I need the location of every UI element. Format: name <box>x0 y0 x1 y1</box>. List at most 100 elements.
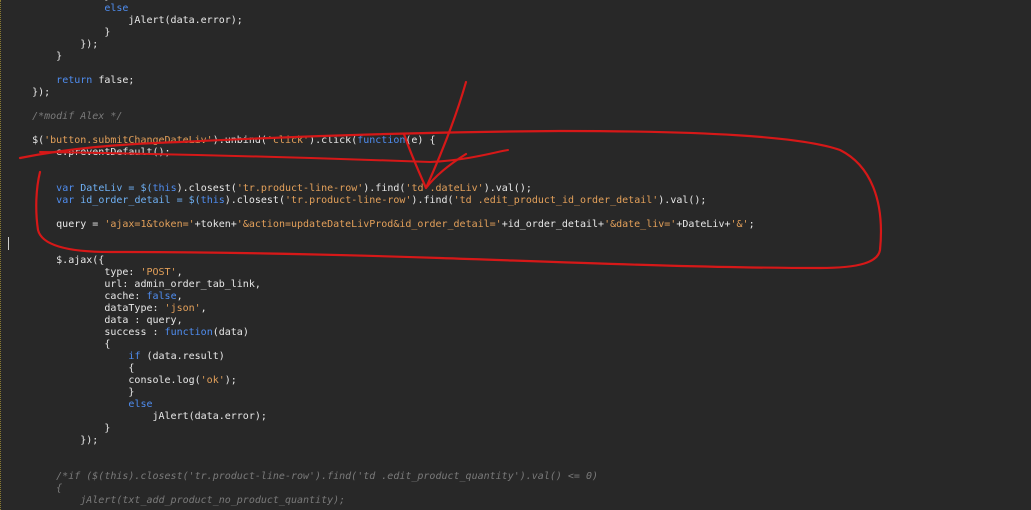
code-line[interactable] <box>8 123 755 135</box>
code-token: } <box>8 423 111 434</box>
code-token: function <box>164 327 213 338</box>
code-line[interactable]: else <box>8 3 755 15</box>
code-token: 'click' <box>266 135 310 146</box>
code-token: 'tr.product-line-row' <box>236 183 364 194</box>
code-line[interactable]: /*if ($(this).closest('tr.product-line-r… <box>8 471 755 483</box>
code-token: cache: <box>8 291 147 302</box>
code-token: $.ajax({ <box>8 255 105 266</box>
code-token: , <box>200 303 207 314</box>
code-token: 'ajax=1&token=' <box>104 219 195 230</box>
code-line[interactable]: data : query, <box>8 315 755 327</box>
code-token: jAlert(txt_add_product_no_product_quanti… <box>8 495 346 506</box>
code-line[interactable]: query = 'ajax=1&token='+token+'&action=u… <box>8 219 755 231</box>
code-token: 'ok' <box>200 375 225 386</box>
code-token: ); <box>224 375 237 386</box>
code-token: var <box>56 183 75 194</box>
code-line[interactable] <box>8 99 755 111</box>
code-editor[interactable]: } else jAlert(data.error); } }); } retur… <box>0 0 1031 510</box>
code-line[interactable]: { <box>8 363 755 375</box>
code-line[interactable]: type: 'POST', <box>8 267 755 279</box>
code-line[interactable]: }); <box>8 39 755 51</box>
code-token: else <box>128 399 153 410</box>
code-token: ).val(); <box>483 183 532 194</box>
code-token: ).val(); <box>658 195 707 206</box>
code-token: url: admin_order_tab_link, <box>8 279 261 290</box>
code-line[interactable]: }); <box>8 435 755 447</box>
code-line[interactable]: success : function(data) <box>8 327 755 339</box>
code-token: (data) <box>212 327 249 338</box>
code-token: }); <box>8 87 51 98</box>
code-line[interactable]: jAlert(data.error); <box>8 411 755 423</box>
code-token: } <box>8 51 63 62</box>
code-line[interactable]: }); <box>8 87 755 99</box>
code-token: 'td .edit_product_id_order_detail' <box>453 195 659 206</box>
code-line[interactable]: console.log('ok'); <box>8 375 755 387</box>
code-token: } <box>8 0 110 2</box>
code-line[interactable]: url: admin_order_tab_link, <box>8 279 755 291</box>
code-line[interactable] <box>8 459 755 471</box>
code-token: ).unbind( <box>212 135 267 146</box>
code-token: 'button.submitChangeDateLiv' <box>44 135 213 146</box>
code-token: function <box>357 135 406 146</box>
code-token: ).click( <box>309 135 358 146</box>
code-token: if <box>128 351 141 362</box>
code-line[interactable] <box>8 447 755 459</box>
code-token: 'POST' <box>140 267 177 278</box>
code-token: +id_order_detail+ <box>501 219 605 230</box>
code-line[interactable]: $.ajax({ <box>8 255 755 267</box>
code-line[interactable]: } <box>8 51 755 63</box>
code-line[interactable]: { <box>8 483 755 495</box>
code-token: 'json' <box>164 303 201 314</box>
code-token: var <box>56 195 75 206</box>
code-line[interactable]: } <box>8 423 755 435</box>
code-line[interactable]: $('button.submitChangeDateLiv').unbind('… <box>8 135 755 147</box>
code-token: DateLiv = $( <box>74 183 153 194</box>
code-line[interactable]: { <box>8 339 755 351</box>
code-token: { <box>8 363 135 374</box>
code-token: '&date_liv=' <box>604 219 677 230</box>
code-line[interactable]: e.preventDefault(); <box>8 147 755 159</box>
code-token: /*if ($(this).closest('tr.product-line-r… <box>8 471 599 482</box>
code-line[interactable]: jAlert(data.error); <box>8 15 755 27</box>
code-token: success : <box>8 327 165 338</box>
code-token: ).find( <box>363 183 406 194</box>
code-token: else <box>104 3 129 14</box>
code-line[interactable]: var DateLiv = $(this).closest('tr.produc… <box>8 183 755 195</box>
code-token: } <box>8 27 111 38</box>
code-token: , <box>176 291 183 302</box>
code-line[interactable]: else <box>8 399 755 411</box>
code-token: type: <box>8 267 141 278</box>
code-token: /*modif Alex */ <box>8 111 123 122</box>
code-token: this <box>200 195 225 206</box>
code-token: { <box>8 339 111 350</box>
code-line[interactable] <box>8 63 755 75</box>
code-line[interactable]: return false; <box>8 75 755 87</box>
code-line[interactable]: cache: false, <box>8 291 755 303</box>
code-line[interactable]: jAlert(txt_add_product_no_product_quanti… <box>8 495 755 507</box>
code-view[interactable]: } else jAlert(data.error); } }); } retur… <box>8 0 755 507</box>
code-line[interactable] <box>8 207 755 219</box>
code-line[interactable] <box>8 231 755 243</box>
code-token: +DateLiv+ <box>676 219 731 230</box>
code-line[interactable]: dataType: 'json', <box>8 303 755 315</box>
code-token: id_order_detail = $( <box>74 195 201 206</box>
code-line[interactable] <box>8 159 755 171</box>
code-line[interactable]: var id_order_detail = $(this).closest('t… <box>8 195 755 207</box>
code-line[interactable] <box>8 243 755 255</box>
code-line[interactable]: /*modif Alex */ <box>8 111 755 123</box>
code-token: '&' <box>730 219 749 230</box>
code-token: jAlert(data.error); <box>8 15 243 26</box>
code-token: ).find( <box>411 195 454 206</box>
code-line[interactable] <box>8 171 755 183</box>
code-line[interactable]: } <box>8 387 755 399</box>
code-line[interactable]: } <box>8 27 755 39</box>
code-token: }); <box>8 39 99 50</box>
code-token: 'td .dateLiv' <box>405 183 484 194</box>
code-line[interactable]: if (data.result) <box>8 351 755 363</box>
code-token: ; <box>748 219 755 230</box>
code-token: false <box>146 291 177 302</box>
code-token: e.preventDefault(); <box>8 147 171 158</box>
